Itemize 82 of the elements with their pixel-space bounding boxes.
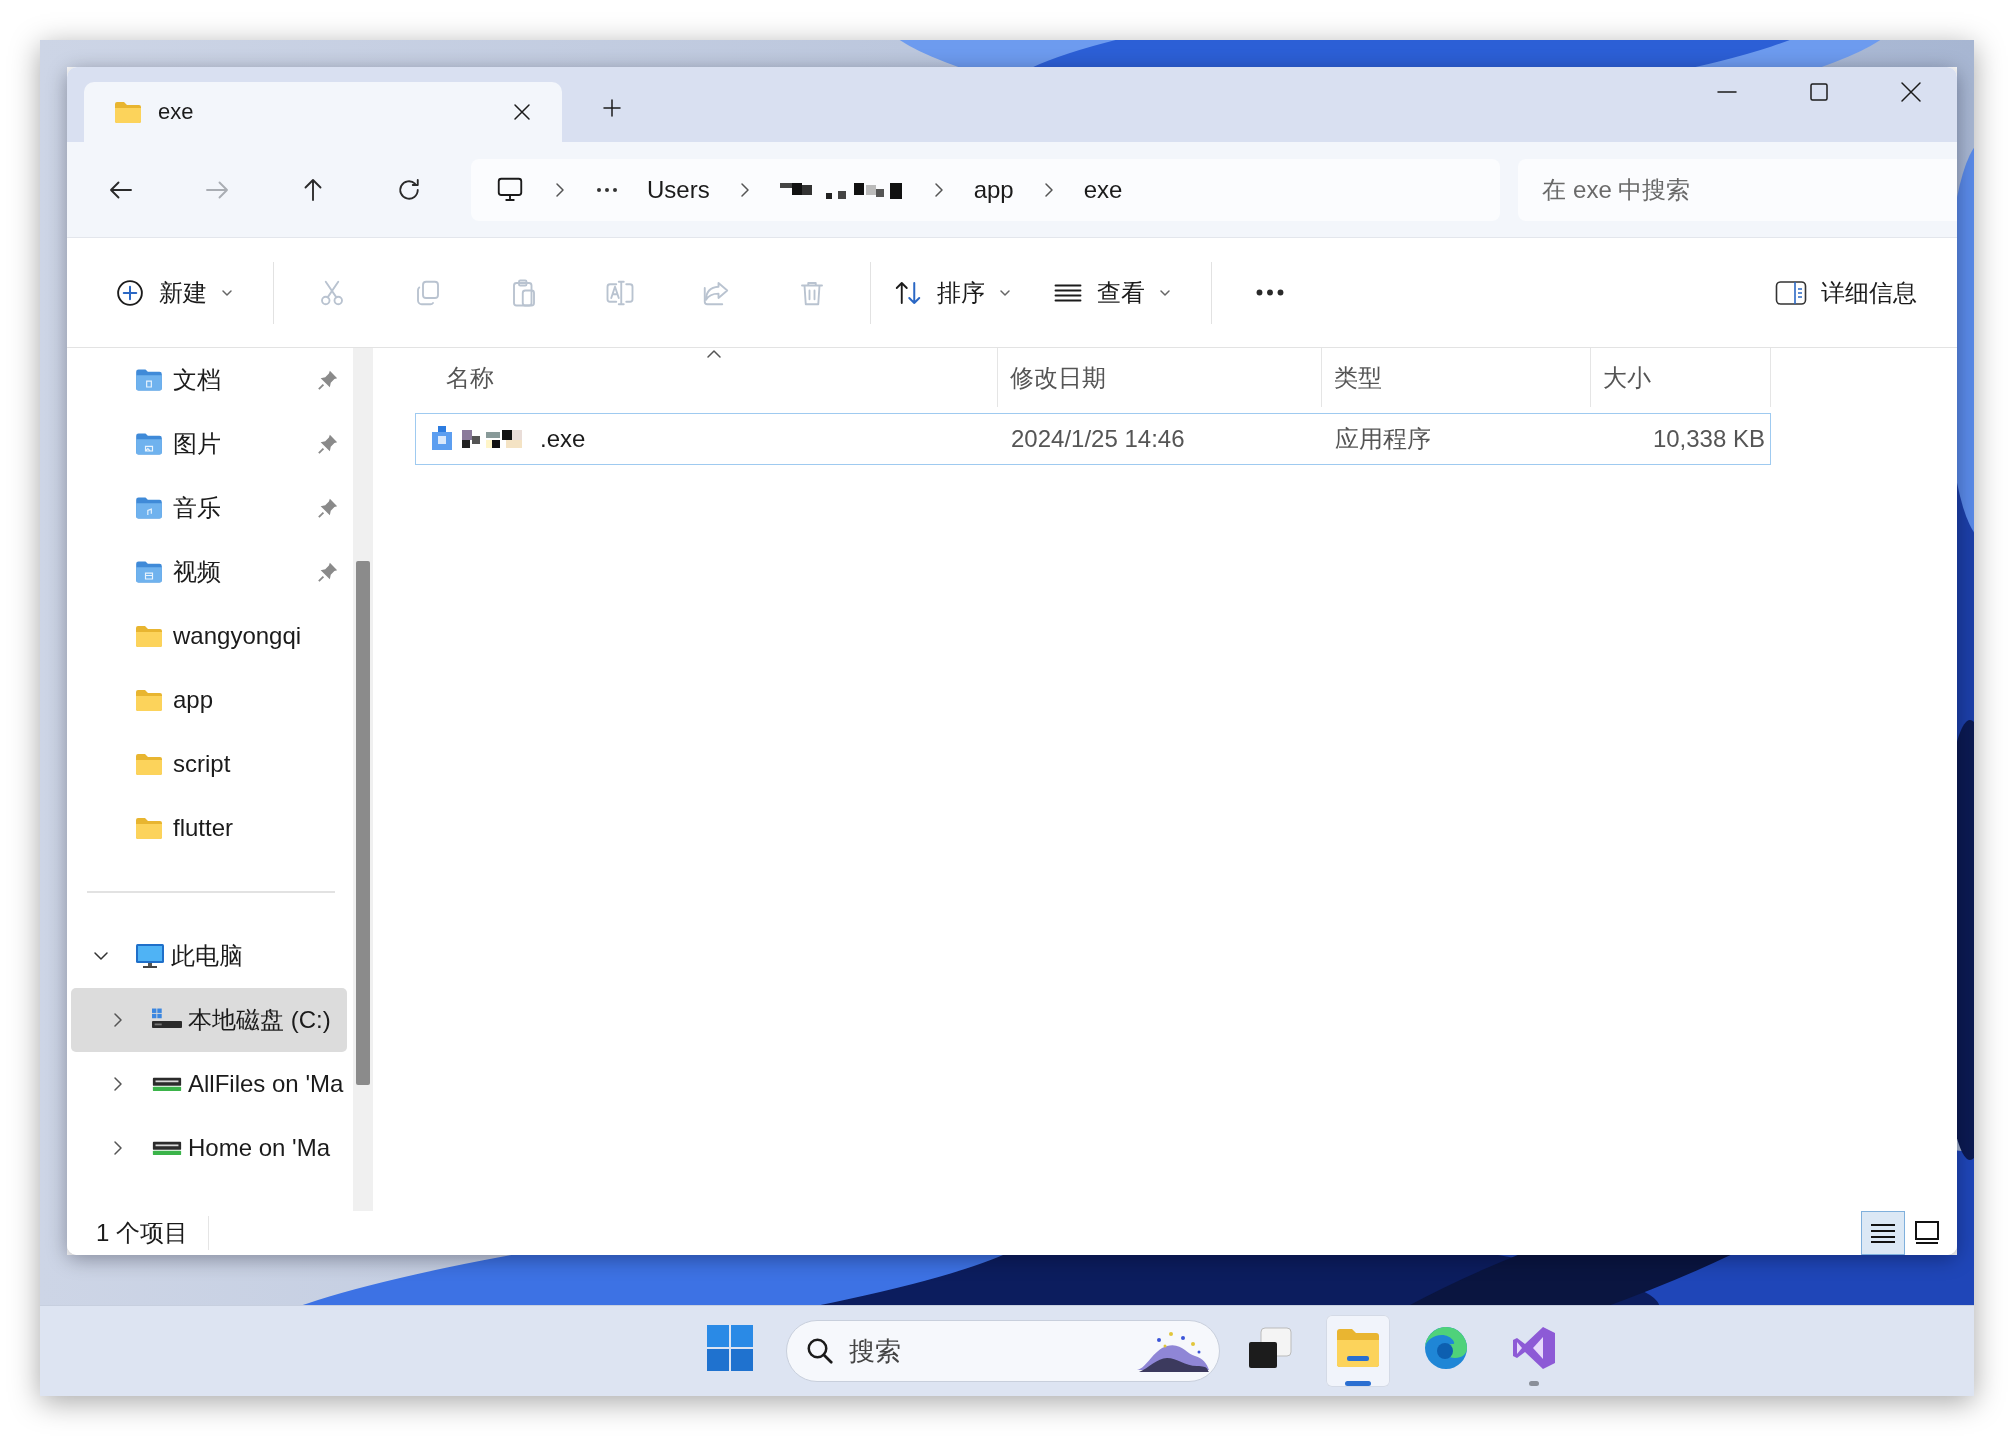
- task-view-icon: [1247, 1326, 1293, 1370]
- table-cell-text: 应用程序: [1334, 424, 1432, 454]
- column-header[interactable]: 类型: [1322, 348, 1591, 407]
- list-view-icon: [1870, 1222, 1896, 1244]
- file-name: .exe: [540, 425, 586, 453]
- sidebar-item[interactable]: 文档: [71, 348, 347, 412]
- pin-icon: [317, 369, 339, 391]
- app-icon: [432, 426, 452, 452]
- sort-ascending-icon: [706, 349, 722, 359]
- expand-chevron-icon: [111, 1012, 125, 1028]
- table-cell-text: 2024/1/25 14:46: [1010, 424, 1186, 454]
- scrollbar-thumb[interactable]: [356, 561, 370, 1085]
- more-icon: [595, 185, 619, 194]
- table-cell-text: 10,338 KB: [1651, 424, 1766, 454]
- sidebar-item[interactable]: app: [71, 668, 347, 732]
- windows-logo-icon: [707, 1325, 753, 1371]
- view-button[interactable]: 查看: [1041, 264, 1183, 321]
- address-bar[interactable]: Users app exe: [471, 158, 1501, 221]
- folder-icon: [114, 100, 142, 124]
- caret-down-icon: [999, 287, 1011, 298]
- expand-chevron-icon: [111, 1140, 125, 1156]
- add-icon: [115, 277, 145, 308]
- pin-icon: [317, 497, 339, 519]
- details-pane-button[interactable]: 详细信息: [1763, 264, 1929, 321]
- breadcrumb-item[interactable]: exe: [1083, 175, 1123, 204]
- running-indicator: [1529, 1381, 1539, 1386]
- close-icon: [1900, 81, 1922, 103]
- tree-item[interactable]: 本地磁盘 (C:): [71, 988, 347, 1052]
- caret-down-icon: [221, 287, 233, 298]
- caret-down-icon: [1159, 287, 1171, 298]
- document-folder-icon: [135, 368, 163, 392]
- pin-icon: [317, 433, 339, 455]
- monitor-icon: [135, 942, 165, 970]
- folder-icon: [135, 752, 163, 776]
- pin-icon: [317, 561, 339, 583]
- more-icon: [1256, 289, 1284, 296]
- sidebar-item[interactable]: 视频: [71, 540, 347, 604]
- tree-item[interactable]: AllFiles on 'Ma: [71, 1052, 347, 1116]
- column-header[interactable]: 修改日期: [998, 348, 1322, 407]
- expand-chevron-icon: [111, 1076, 125, 1092]
- taskbar-search-field[interactable]: 搜索: [786, 1320, 1220, 1382]
- running-indicator: [1345, 1381, 1371, 1386]
- tab-title: exe: [158, 99, 195, 125]
- expand-chevron-icon: [93, 949, 109, 963]
- file-row[interactable]: .exe 2024/1/25 14:46 应用程序 10,338 KB: [415, 413, 1771, 465]
- plus-icon: [602, 98, 622, 118]
- search-field[interactable]: 在 exe 中搜索: [1518, 158, 1957, 221]
- details-pane-icon: [1775, 279, 1807, 306]
- ide-icon: [1511, 1325, 1557, 1371]
- maximize-icon: [1809, 82, 1829, 102]
- sidebar-item[interactable]: flutter: [71, 796, 347, 860]
- item-count: 1 个项目: [96, 1216, 209, 1250]
- file-explorer-button[interactable]: [1326, 1315, 1390, 1387]
- folder-icon: [135, 688, 163, 712]
- tab[interactable]: exe: [84, 82, 562, 142]
- tree-item[interactable]: Home on 'Ma: [71, 1116, 347, 1180]
- minimize-icon: [1717, 91, 1737, 93]
- breadcrumb-item[interactable]: Users: [647, 175, 710, 204]
- view-toggle-button[interactable]: [1861, 1211, 1905, 1255]
- search-placeholder: 搜索: [849, 1334, 902, 1368]
- search-icon: [805, 1336, 835, 1366]
- column-header[interactable]: 大小: [1591, 348, 1771, 407]
- browser-icon: [1423, 1325, 1469, 1371]
- sidebar-item[interactable]: wangyongqi: [71, 604, 347, 668]
- breadcrumb-separator-icon: [553, 181, 567, 198]
- sidebar-item[interactable]: script: [71, 732, 347, 796]
- folder-icon: [1335, 1326, 1381, 1370]
- new-button[interactable]: 新建: [103, 264, 245, 321]
- preview-view-icon: [1914, 1221, 1940, 1245]
- scrollbar[interactable]: [353, 348, 373, 1211]
- sidebar-item[interactable]: 图片: [71, 412, 347, 476]
- picture-folder-icon: [135, 432, 163, 456]
- video-folder-icon: [135, 560, 163, 584]
- folder-icon: [135, 624, 163, 648]
- column-header[interactable]: 名称: [415, 348, 998, 407]
- sidebar-item[interactable]: 音乐: [71, 476, 347, 540]
- close-icon: [513, 103, 531, 121]
- music-folder-icon: [135, 496, 163, 520]
- sort-button[interactable]: 排序: [881, 264, 1023, 321]
- tree-item[interactable]: 此电脑: [71, 924, 347, 988]
- folder-icon: [135, 816, 163, 840]
- breadcrumb-item[interactable]: app: [973, 175, 1014, 204]
